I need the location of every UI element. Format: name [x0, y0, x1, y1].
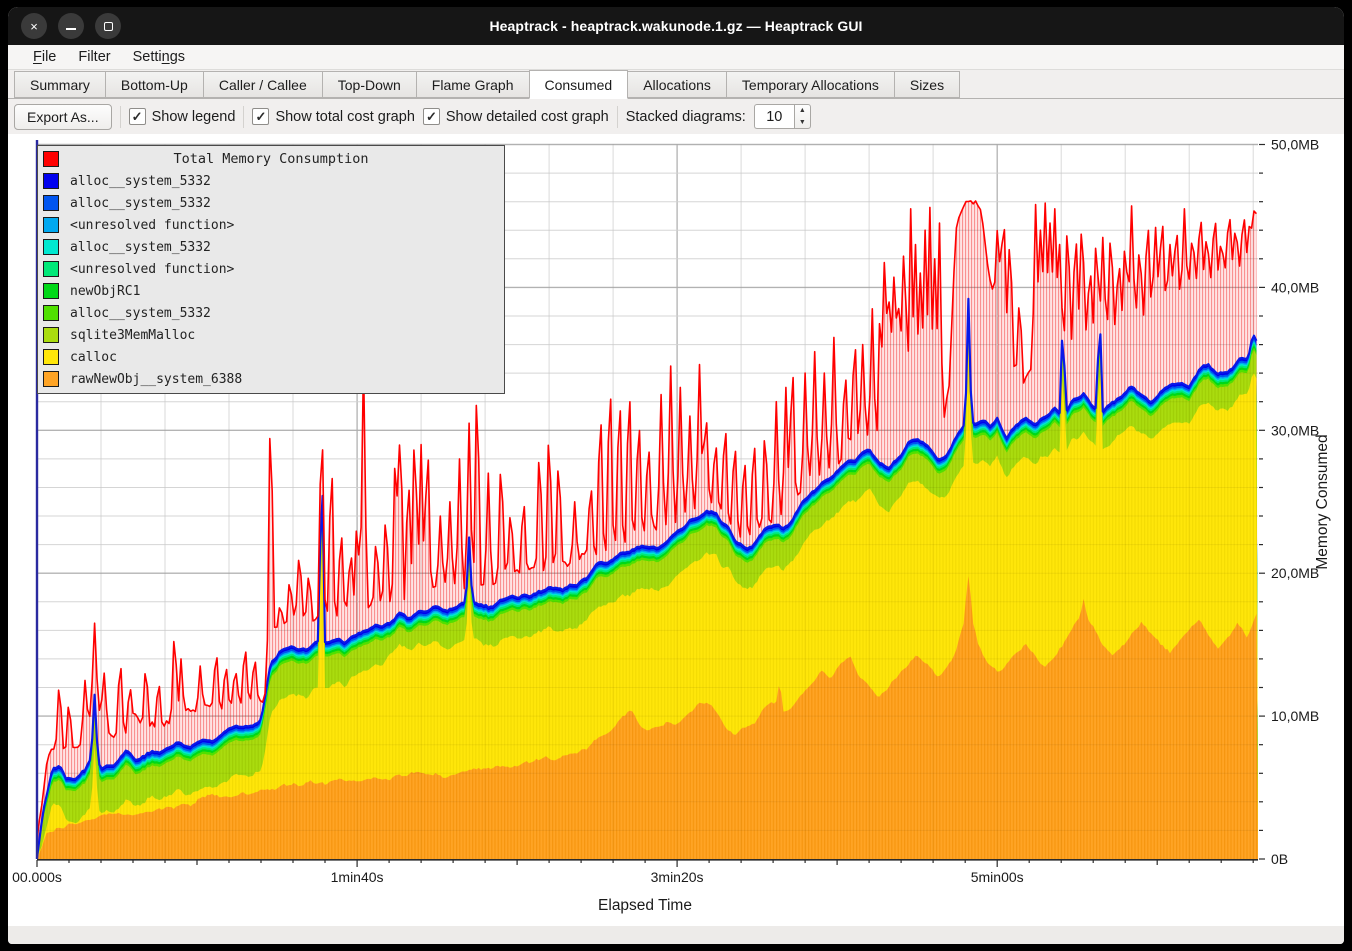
show-legend-option[interactable]: ✓ Show legend — [129, 108, 236, 125]
show-legend-label: Show legend — [152, 109, 236, 125]
legend-swatch — [43, 239, 59, 255]
legend-item-label: alloc__system_5332 — [70, 174, 211, 189]
svg-text:Elapsed Time: Elapsed Time — [598, 897, 692, 914]
legend-title-row: Total Memory Consumption — [38, 148, 504, 170]
toolbar: Export As... ✓ Show legend ✓ Show total … — [8, 99, 1344, 134]
close-icon[interactable]: × — [21, 13, 47, 39]
legend-item: alloc__system_5332 — [38, 192, 504, 214]
legend-swatch — [43, 305, 59, 321]
legend-swatch — [43, 283, 59, 299]
legend-swatch-total — [43, 151, 59, 167]
legend-item-label: rawNewObj__system_6388 — [70, 372, 242, 387]
legend-title: Total Memory Consumption — [59, 151, 504, 167]
legend-swatch — [43, 217, 59, 233]
show-detailed-cost-label: Show detailed cost graph — [446, 109, 609, 125]
spin-buttons: ▲ ▼ — [794, 104, 811, 129]
minimize-icon[interactable] — [58, 13, 84, 39]
tab-temporary-allocations[interactable]: Temporary Allocations — [726, 71, 894, 98]
svg-text:50,0MB: 50,0MB — [1271, 137, 1319, 153]
legend-item: <unresolved function> — [38, 258, 504, 280]
show-total-cost-checkbox[interactable]: ✓ — [252, 108, 269, 125]
tab-summary[interactable]: Summary — [14, 71, 105, 98]
legend-item-label: calloc — [70, 350, 117, 365]
menu-item-filter[interactable]: Filter — [67, 47, 121, 67]
legend-item: sqlite3MemMalloc — [38, 324, 504, 346]
legend-item-label: newObjRC1 — [70, 284, 140, 299]
tab-bottom-up[interactable]: Bottom-Up — [105, 71, 203, 98]
legend-swatch — [43, 327, 59, 343]
legend-item-label: alloc__system_5332 — [70, 240, 211, 255]
svg-text:0B: 0B — [1271, 851, 1288, 867]
svg-text:Memory Consumed: Memory Consumed — [1314, 434, 1331, 569]
show-detailed-cost-checkbox[interactable]: ✓ — [423, 108, 440, 125]
legend-swatch — [43, 371, 59, 387]
export-as-button[interactable]: Export As... — [14, 104, 112, 130]
svg-text:1min40s: 1min40s — [331, 869, 384, 885]
show-legend-checkbox[interactable]: ✓ — [129, 108, 146, 125]
legend-item: rawNewObj__system_6388 — [38, 368, 504, 390]
tab-allocations[interactable]: Allocations — [628, 71, 726, 98]
spin-down-icon[interactable]: ▼ — [795, 117, 810, 129]
window-bottom-margin — [8, 926, 1344, 944]
svg-text:00.000s: 00.000s — [12, 869, 62, 885]
memory-consumption-chart[interactable]: 00.000s 1min40s 3min20s 5min00s 0B 10,0MB 20,0… — [8, 134, 1344, 926]
menu-item-file[interactable]: File — [22, 47, 67, 67]
toolbar-separator — [243, 106, 244, 128]
maximize-icon[interactable] — [95, 13, 121, 39]
stacked-diagrams-label: Stacked diagrams: — [626, 109, 746, 125]
heaptrack-window: × Heaptrack - heaptrack.wakunode.1.gz — … — [8, 7, 1344, 944]
svg-text:20,0MB: 20,0MB — [1271, 565, 1319, 581]
show-total-cost-option[interactable]: ✓ Show total cost graph — [252, 108, 414, 125]
legend-swatch — [43, 261, 59, 277]
svg-text:30,0MB: 30,0MB — [1271, 422, 1319, 438]
show-detailed-cost-option[interactable]: ✓ Show detailed cost graph — [423, 108, 609, 125]
tab-consumed[interactable]: Consumed — [529, 70, 629, 99]
legend-item-label: sqlite3MemMalloc — [70, 328, 195, 343]
svg-text:10,0MB: 10,0MB — [1271, 708, 1319, 724]
svg-text:5min00s: 5min00s — [971, 869, 1024, 885]
tab-top-down[interactable]: Top-Down — [322, 71, 416, 98]
titlebar: × Heaptrack - heaptrack.wakunode.1.gz — … — [8, 7, 1344, 45]
svg-text:40,0MB: 40,0MB — [1271, 279, 1319, 295]
svg-text:3min20s: 3min20s — [651, 869, 704, 885]
menubar: FileFilterSettings — [8, 45, 1344, 70]
legend-item-label: alloc__system_5332 — [70, 196, 211, 211]
spin-up-icon[interactable]: ▲ — [795, 105, 810, 117]
tab-flame-graph[interactable]: Flame Graph — [416, 71, 529, 98]
legend-item: alloc__system_5332 — [38, 302, 504, 324]
tab-caller-callee[interactable]: Caller / Callee — [203, 71, 322, 98]
toolbar-separator — [120, 106, 121, 128]
legend-item-label: alloc__system_5332 — [70, 306, 211, 321]
legend-swatch — [43, 173, 59, 189]
stacked-diagrams-value[interactable]: 10 — [754, 104, 794, 129]
legend-item-label: <unresolved function> — [70, 262, 234, 277]
stacked-diagrams-spinbox[interactable]: 10 ▲ ▼ — [754, 104, 811, 129]
menu-item-settings[interactable]: Settings — [122, 47, 196, 67]
legend-item: newObjRC1 — [38, 280, 504, 302]
legend-item: alloc__system_5332 — [38, 236, 504, 258]
tabbar: Summary Bottom-Up Caller / Callee Top-Do… — [8, 70, 1344, 99]
legend-item: calloc — [38, 346, 504, 368]
show-total-cost-label: Show total cost graph — [275, 109, 414, 125]
legend-item-label: <unresolved function> — [70, 218, 234, 233]
legend-item: <unresolved function> — [38, 214, 504, 236]
legend-swatch — [43, 195, 59, 211]
toolbar-separator — [617, 106, 618, 128]
legend-item: alloc__system_5332 — [38, 170, 504, 192]
screen: × Heaptrack - heaptrack.wakunode.1.gz — … — [0, 0, 1352, 951]
chart-legend: Total Memory Consumption alloc__system_5… — [37, 145, 505, 394]
legend-swatch — [43, 349, 59, 365]
tab-sizes[interactable]: Sizes — [894, 71, 960, 98]
window-title: Heaptrack - heaptrack.wakunode.1.gz — He… — [8, 18, 1344, 34]
